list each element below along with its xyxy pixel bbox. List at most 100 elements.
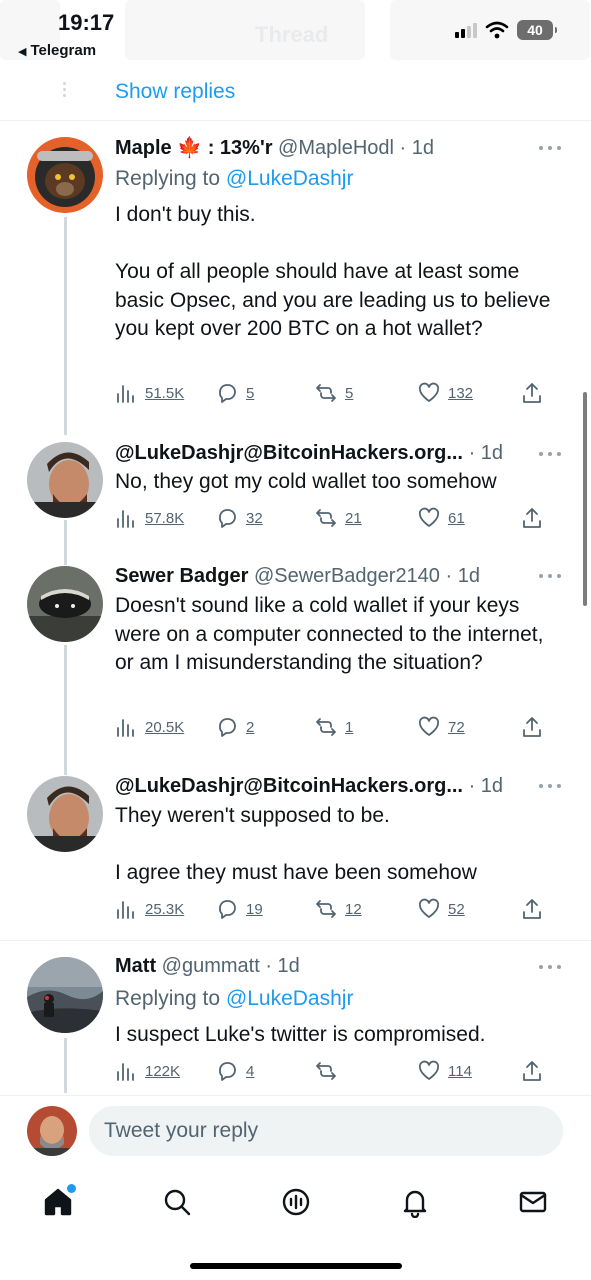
reply-button[interactable]: 32	[216, 507, 263, 529]
tweet-time[interactable]: · 1d	[265, 955, 299, 977]
share-button[interactable]	[521, 716, 543, 738]
more-options-icon[interactable]	[539, 965, 561, 971]
like-button[interactable]: 132	[418, 382, 473, 404]
retweet-button[interactable]: 12	[315, 898, 362, 920]
notifications-icon	[403, 1190, 427, 1218]
back-to-app-link[interactable]: ◀ Telegram	[18, 42, 96, 59]
nav-spaces[interactable]	[276, 1182, 316, 1222]
tweet-item[interactable]: @LukeDashjr@BitcoinHackers.org... · 1d T…	[0, 766, 591, 938]
reply-input[interactable]: Tweet your reply	[89, 1106, 563, 1156]
nav-notifications[interactable]	[395, 1182, 435, 1222]
home-indicator[interactable]	[190, 1263, 402, 1269]
scrollbar[interactable]	[583, 392, 587, 606]
more-options-icon[interactable]	[539, 784, 561, 790]
retweet-count: 21	[345, 509, 362, 527]
avatar[interactable]	[27, 137, 103, 213]
like-count: 72	[448, 718, 465, 736]
retweet-count: 12	[345, 900, 362, 918]
tweet-actions: 57.8K 32 21 61	[115, 507, 555, 533]
views-button[interactable]: 51.5K	[115, 382, 184, 404]
honey-badger-avatar-icon	[27, 566, 103, 642]
my-avatar[interactable]	[27, 1106, 77, 1156]
reply-button[interactable]: 4	[216, 1060, 254, 1082]
tweet-time[interactable]: · 1d	[400, 137, 434, 159]
avatar[interactable]	[27, 957, 103, 1033]
views-button[interactable]: 57.8K	[115, 507, 184, 529]
reply-button[interactable]: 19	[216, 898, 263, 920]
ghost-header	[125, 0, 365, 60]
share-button[interactable]	[521, 1060, 543, 1082]
tweet-item[interactable]: Sewer Badger @SewerBadger2140 · 1d Doesn…	[0, 556, 591, 768]
tweet-text: Doesn't sound like a cold wallet if your…	[115, 594, 544, 674]
like-count: 52	[448, 900, 465, 918]
avatar[interactable]	[27, 566, 103, 642]
like-button[interactable]: 52	[418, 898, 465, 920]
reply-icon	[219, 900, 236, 919]
tweet-time[interactable]: · 1d	[469, 442, 503, 464]
more-options-icon[interactable]	[539, 146, 561, 152]
display-name[interactable]: Maple 🍁 : 13%'r	[115, 137, 272, 159]
search-icon	[164, 1189, 191, 1216]
retweet-button[interactable]: 21	[315, 507, 362, 529]
views-count: 20.5K	[145, 718, 185, 736]
tweet-item[interactable]: @LukeDashjr@BitcoinHackers.org... · 1d N…	[0, 432, 591, 562]
views-button[interactable]: 122K	[115, 1060, 180, 1082]
display-name[interactable]: Sewer Badger	[115, 565, 248, 587]
tweet-time[interactable]: · 1d	[469, 775, 503, 797]
more-options-icon[interactable]	[539, 452, 561, 458]
like-button[interactable]: 114	[418, 1060, 472, 1082]
retweet-button[interactable]: 1	[315, 716, 353, 738]
user-handle[interactable]: @MapleHodl	[278, 137, 394, 159]
display-name[interactable]: @LukeDashjr@BitcoinHackers.org...	[115, 442, 463, 464]
wifi-icon	[485, 21, 509, 39]
tweet-item[interactable]: Matt @gummatt · 1d Replying to @LukeDash…	[0, 941, 591, 1091]
share-icon	[523, 899, 541, 919]
replying-to-handle[interactable]: @LukeDashjr	[226, 987, 354, 1010]
tweet-item[interactable]: Maple 🍁 : 13%'r @MapleHodl · 1d Replying…	[0, 122, 591, 432]
views-icon	[117, 1063, 134, 1081]
show-replies-link[interactable]: Show replies	[115, 80, 235, 104]
views-button[interactable]: 25.3K	[115, 898, 184, 920]
display-name[interactable]: Matt	[115, 955, 156, 977]
replying-to-handle[interactable]: @LukeDashjr	[226, 167, 354, 190]
reply-count: 4	[246, 1062, 255, 1080]
luke-avatar-icon	[27, 442, 103, 518]
reply-button[interactable]: 5	[216, 382, 254, 404]
nav-messages[interactable]	[513, 1182, 553, 1222]
views-count: 51.5K	[145, 384, 185, 402]
status-bar: Thread 19:17 ◀ Telegram 40	[0, 0, 591, 68]
tweet-time[interactable]: · 1d	[446, 565, 480, 587]
share-icon	[523, 717, 541, 737]
tweet-header: @LukeDashjr@BitcoinHackers.org... · 1d	[115, 775, 541, 798]
reply-icon	[219, 384, 236, 403]
retweet-button[interactable]	[315, 1060, 345, 1082]
tweet-header: Maple 🍁 : 13%'r @MapleHodl · 1d	[115, 135, 541, 160]
reply-icon	[219, 1062, 236, 1081]
share-button[interactable]	[521, 898, 543, 920]
show-replies-row[interactable]: Show replies	[0, 68, 591, 121]
nav-home[interactable]	[38, 1182, 78, 1222]
share-button[interactable]	[521, 507, 543, 529]
nav-search[interactable]	[157, 1182, 197, 1222]
ghost-title: Thread	[255, 22, 329, 47]
clock: 19:17	[58, 10, 115, 35]
like-button[interactable]: 72	[418, 716, 465, 738]
reply-icon	[219, 509, 236, 528]
display-name[interactable]: @LukeDashjr@BitcoinHackers.org...	[115, 775, 463, 797]
like-button[interactable]: 61	[418, 507, 465, 529]
user-handle[interactable]: @SewerBadger2140	[254, 565, 440, 587]
reply-button[interactable]: 2	[216, 716, 254, 738]
user-handle[interactable]: @gummatt	[162, 955, 260, 977]
heart-icon	[418, 507, 440, 527]
views-count: 25.3K	[145, 900, 185, 918]
back-triangle-icon: ◀	[18, 46, 27, 58]
retweet-button[interactable]: 5	[315, 382, 353, 404]
avatar[interactable]	[27, 442, 103, 518]
views-button[interactable]: 20.5K	[115, 716, 184, 738]
more-options-icon[interactable]	[539, 574, 561, 580]
like-count: 61	[448, 509, 465, 527]
avatar[interactable]	[27, 776, 103, 852]
views-count: 57.8K	[145, 509, 185, 527]
share-button[interactable]	[521, 382, 543, 404]
reply-count: 32	[246, 509, 263, 527]
